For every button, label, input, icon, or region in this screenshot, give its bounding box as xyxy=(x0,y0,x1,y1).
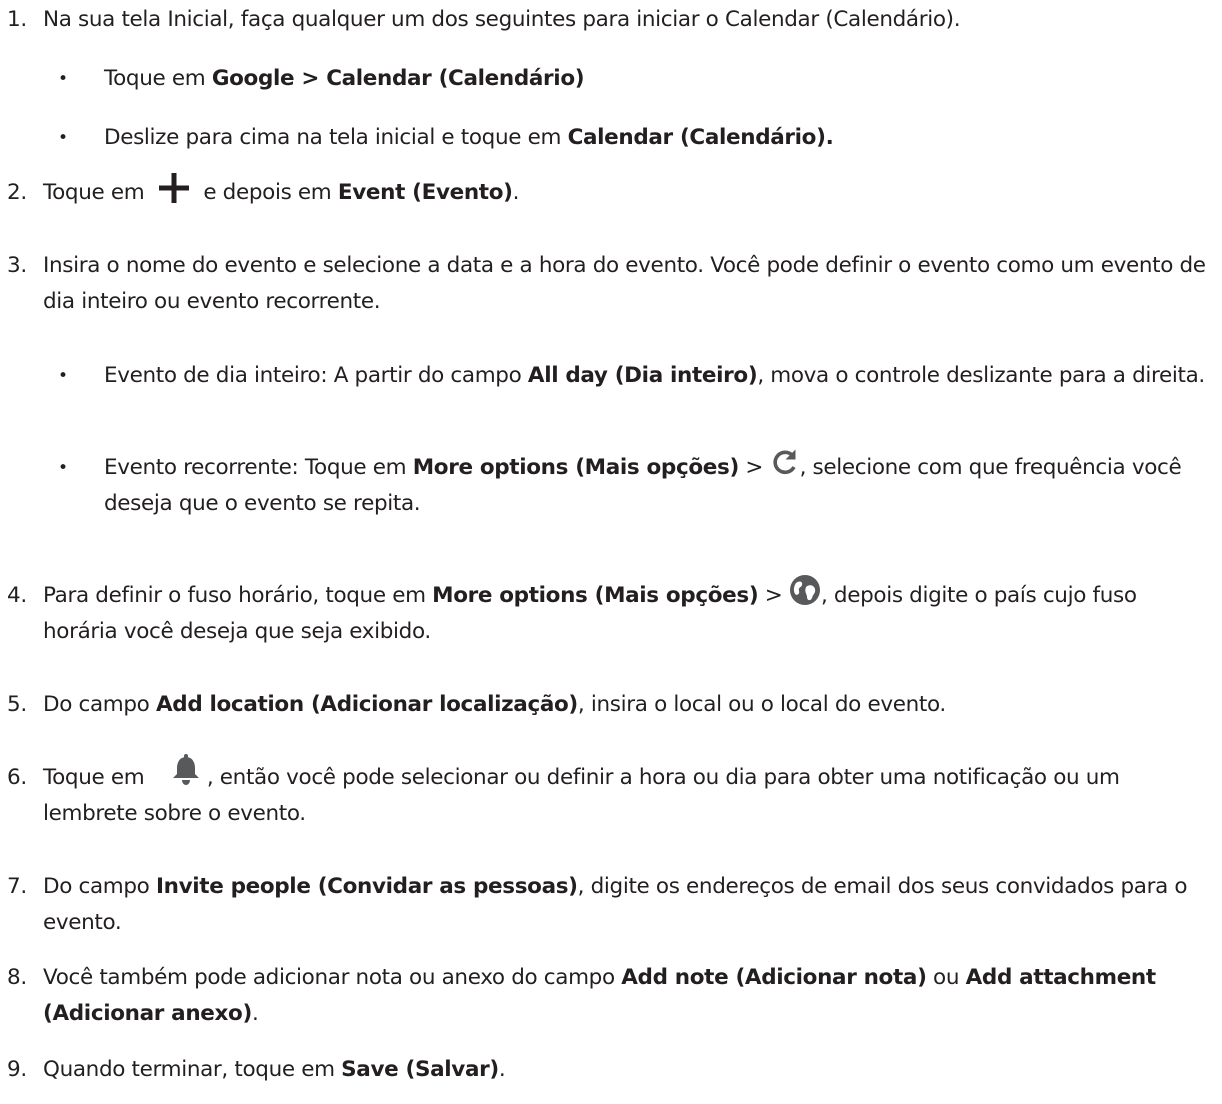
step-number: 1. xyxy=(7,7,27,32)
bullet-dot: • xyxy=(58,366,68,386)
bullet-dot: • xyxy=(58,458,68,478)
step-7: 7. Do campo Invite people (Convidar as p… xyxy=(7,869,1214,941)
step-number: 9. xyxy=(7,1057,27,1082)
step-number: 6. xyxy=(7,765,27,790)
bold-term: Google > Calendar (Calendário) xyxy=(211,66,585,91)
step-text: Insira o nome do evento e selecione a da… xyxy=(43,253,1206,314)
bold-term: Add note (Adicionar nota) xyxy=(621,965,927,990)
bullet-4: • Evento recorrente: Toque em More optio… xyxy=(58,449,1214,522)
bold-term: Calendar (Calendário). xyxy=(567,125,834,150)
bold-term: Event (Evento) xyxy=(337,180,513,205)
step-number: 3. xyxy=(7,253,27,278)
step-number: 4. xyxy=(7,583,27,608)
bullet-dot: • xyxy=(58,128,68,148)
bold-term: More options (Mais opções) xyxy=(412,455,740,480)
bold-term: Invite people (Convidar as pessoas) xyxy=(155,874,578,899)
plus-icon xyxy=(158,173,189,203)
bold-term: More options (Mais opções) xyxy=(432,583,759,608)
step-number: 7. xyxy=(7,874,27,899)
refresh-icon xyxy=(773,449,796,475)
step-1: 1. Na sua tela Inicial, faça qualquer um… xyxy=(7,2,1214,38)
step-text: Na sua tela Inicial, faça qualquer um do… xyxy=(43,7,961,32)
globe-icon xyxy=(789,575,820,605)
step-number: 5. xyxy=(7,692,27,717)
step-8: 8. Você também pode adicionar nota ou an… xyxy=(7,960,1214,1032)
step-9: 9. Quando terminar, toque em Save (Salva… xyxy=(7,1052,1214,1088)
step-2: 2. Toque em e depois em Event (Evento). xyxy=(7,173,1214,211)
bullet-dot: • xyxy=(58,69,68,89)
step-5: 5. Do campo Add location (Adicionar loca… xyxy=(7,687,1214,723)
bold-term: Save (Salvar) xyxy=(341,1057,499,1082)
step-number: 8. xyxy=(7,965,27,990)
step-4: 4. Para definir o fuso horário, toque em… xyxy=(7,575,1214,650)
bullet-2: • Deslize para cima na tela inicial e to… xyxy=(58,120,1214,156)
bullet-3: • Evento de dia inteiro: A partir do cam… xyxy=(58,358,1214,394)
step-number: 2. xyxy=(7,180,27,205)
step-6: 6. Toque em , então você pode selecionar… xyxy=(7,754,1214,832)
step-3: 3. Insira o nome do evento e selecione a… xyxy=(7,248,1214,320)
bold-term: All day (Dia inteiro) xyxy=(527,363,758,388)
bold-term: Add location (Adicionar localização) xyxy=(155,692,578,717)
bullet-1: • Toque em Google > Calendar (Calendário… xyxy=(58,61,1214,97)
bell-icon xyxy=(172,754,199,785)
